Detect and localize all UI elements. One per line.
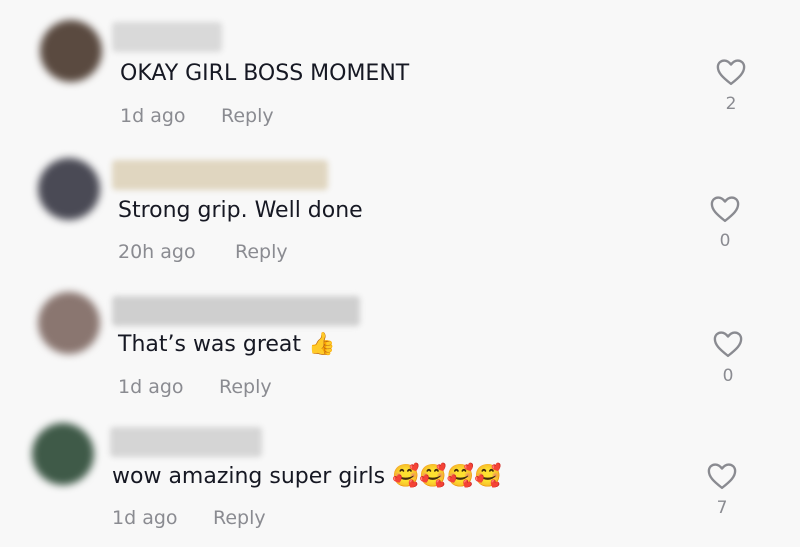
avatar[interactable]	[38, 158, 100, 220]
comment-text: OKAY GIRL BOSS MOMENT	[120, 61, 410, 86]
like-count: 2	[725, 94, 737, 114]
avatar[interactable]	[40, 20, 102, 82]
username-blurred[interactable]	[110, 427, 262, 457]
like-control: 0	[705, 195, 745, 251]
heart-outline-icon[interactable]	[716, 58, 746, 86]
avatar[interactable]	[32, 423, 94, 485]
username-blurred[interactable]	[112, 296, 360, 326]
comment-timestamp: 1d ago	[120, 105, 186, 127]
like-count: 0	[719, 231, 731, 251]
username-blurred[interactable]	[112, 22, 222, 52]
comment-item: wow amazing super girls 🥰🥰🥰🥰 1d ago Repl…	[0, 415, 800, 547]
avatar[interactable]	[38, 292, 100, 354]
like-control: 0	[708, 330, 748, 386]
comment-text: wow amazing super girls 🥰🥰🥰🥰	[112, 464, 502, 489]
like-control: 7	[702, 462, 742, 518]
reply-button[interactable]: Reply	[221, 104, 274, 128]
like-count: 7	[716, 498, 728, 518]
comment-item: Strong grip. Well done 20h ago Reply 0	[0, 140, 800, 280]
comment-item: OKAY GIRL BOSS MOMENT 1d ago Reply 2	[0, 0, 800, 140]
reply-button[interactable]: Reply	[235, 240, 288, 264]
username-blurred[interactable]	[112, 160, 328, 190]
comment-item: That’s was great 👍 1d ago Reply 0	[0, 280, 800, 415]
heart-outline-icon[interactable]	[707, 462, 737, 490]
comment-timestamp: 1d ago	[112, 507, 178, 529]
heart-outline-icon[interactable]	[710, 195, 740, 223]
comment-text: That’s was great 👍	[118, 332, 336, 357]
heart-outline-icon[interactable]	[713, 330, 743, 358]
like-count: 0	[722, 366, 734, 386]
comment-timestamp: 20h ago	[118, 241, 196, 263]
reply-button[interactable]: Reply	[219, 375, 272, 399]
reply-button[interactable]: Reply	[213, 506, 266, 530]
like-control: 2	[711, 58, 751, 114]
comment-timestamp: 1d ago	[118, 376, 184, 398]
comment-text: Strong grip. Well done	[118, 198, 363, 223]
